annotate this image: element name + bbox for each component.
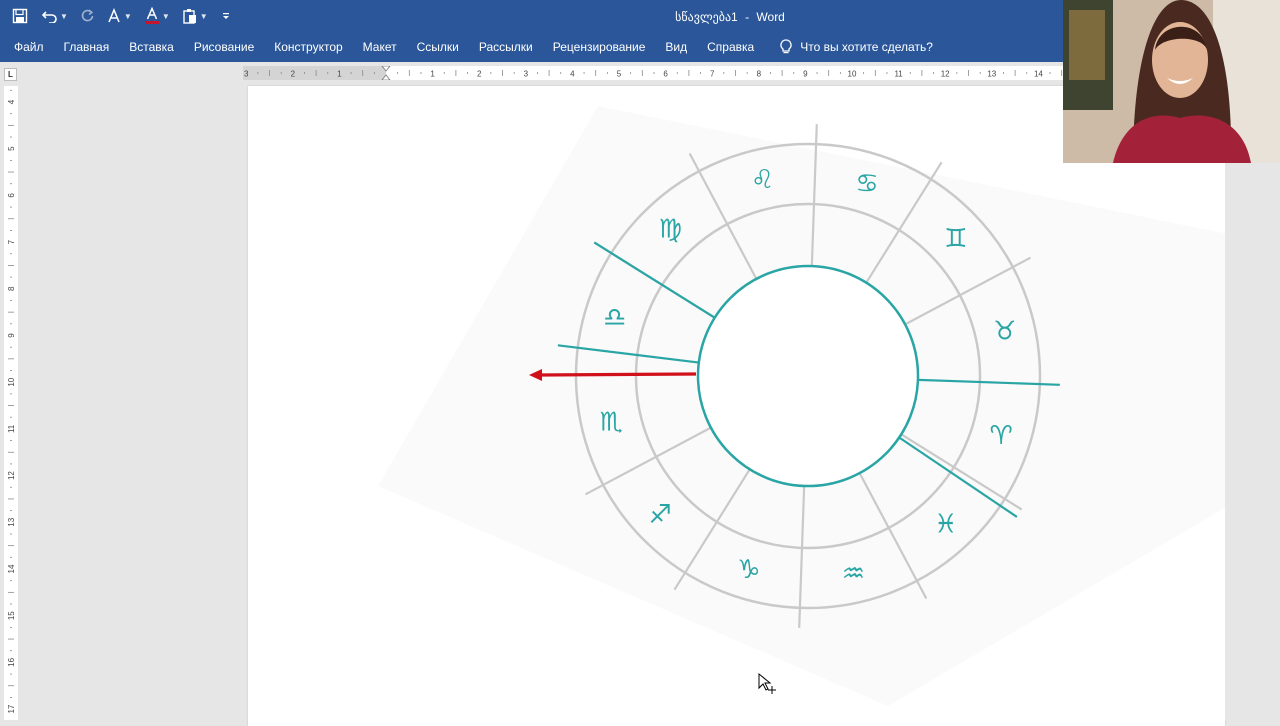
zodiac-symbol: ♑ <box>737 555 760 585</box>
ruler-label: 10 <box>7 377 16 386</box>
ruler-margin <box>243 66 386 80</box>
ruler-label: 2 <box>291 70 296 79</box>
ruler-label: 8 <box>757 70 762 79</box>
zodiac-symbol: ♊ <box>944 224 967 254</box>
tab-mailings[interactable]: Рассылки <box>469 32 543 62</box>
ruler-label: 6 <box>7 193 16 198</box>
ruler-label: 14 <box>1034 70 1043 79</box>
ruler-label: 2 <box>477 70 482 79</box>
tab-draw[interactable]: Рисование <box>184 32 264 62</box>
ruler-label: 3 <box>524 70 529 79</box>
tab-insert[interactable]: Вставка <box>119 32 184 62</box>
vertical-ruler[interactable]: 4 5 6 7 8 9 10 11 12 13 14 15 16 17 <box>4 86 18 720</box>
tab-layout[interactable]: Макет <box>353 32 407 62</box>
tell-me-box[interactable]: Что вы хотите сделать? <box>780 39 933 55</box>
zodiac-symbol: ♏ <box>600 407 623 437</box>
ruler-label: 7 <box>7 239 16 244</box>
ruler-label: 3 <box>244 70 249 79</box>
ruler-label: 6 <box>663 70 668 79</box>
zodiac-symbol: ♐ <box>649 500 672 530</box>
ruler-label: 11 <box>7 424 16 433</box>
tab-file[interactable]: Файл <box>4 32 54 62</box>
ruler-body <box>4 86 18 720</box>
ruler-label: 12 <box>941 70 950 79</box>
horizontal-ruler[interactable]: 3 2 1 1 2 3 4 5 6 7 8 9 10 11 12 13 14 <box>243 66 1063 80</box>
ruler-label: 5 <box>617 70 622 79</box>
zodiac-symbol: ♋ <box>855 169 878 199</box>
zodiac-symbol: ♈ <box>990 421 1013 451</box>
ruler-label: 4 <box>7 99 16 104</box>
tab-view[interactable]: Вид <box>655 32 697 62</box>
ruler-label: 12 <box>7 471 16 480</box>
inner-circle <box>696 264 920 488</box>
zodiac-symbol: ♓ <box>934 510 957 540</box>
ruler-label: 16 <box>7 657 16 666</box>
zodiac-symbol: ♒ <box>842 559 865 589</box>
ruler-label: 11 <box>894 70 903 79</box>
tab-design[interactable]: Конструктор <box>264 32 352 62</box>
tab-references[interactable]: Ссылки <box>407 32 469 62</box>
app-name: Word <box>756 10 785 24</box>
ruler-label: 14 <box>7 564 16 573</box>
ruler-label: 5 <box>7 146 16 151</box>
tab-home[interactable]: Главная <box>54 32 120 62</box>
ruler-label: 9 <box>7 333 16 338</box>
ruler-label: 7 <box>710 70 715 79</box>
ruler-label: 8 <box>7 286 16 291</box>
lightbulb-icon <box>780 39 792 54</box>
tab-review[interactable]: Рецензирование <box>543 32 656 62</box>
ruler-label: 13 <box>987 70 996 79</box>
tab-selector[interactable]: L <box>4 68 17 81</box>
zodiac-symbol: ♉ <box>993 317 1016 347</box>
move-cursor-icon <box>758 672 776 694</box>
title-separator: - <box>745 10 750 24</box>
presenter-video <box>1063 0 1280 163</box>
zodiac-symbol: ♍ <box>659 214 682 244</box>
document-name: სწავლება1 <box>675 10 738 24</box>
zodiac-symbol: ♎ <box>603 303 626 333</box>
ruler-label: 1 <box>430 70 435 79</box>
ruler-label: 15 <box>7 611 16 620</box>
zodiac-wheel-image[interactable]: ♌ ♋ ♊ ♉ ♈ ♓ ♒ ♑ ♐ ♏ ♎ ♍ <box>248 86 1225 720</box>
ruler-label: 17 <box>7 704 16 713</box>
ruler-label: 10 <box>848 70 857 79</box>
ruler-label: 13 <box>7 517 16 526</box>
arrow-shaft <box>539 372 697 377</box>
zodiac-symbol: ♌ <box>751 165 774 195</box>
ruler-label: 1 <box>337 70 342 79</box>
tell-me-text: Что вы хотите сделать? <box>800 40 933 54</box>
webcam-overlay <box>1063 0 1280 163</box>
ruler-label: 9 <box>803 70 808 79</box>
ruler-label: 4 <box>570 70 575 79</box>
tab-help[interactable]: Справка <box>697 32 764 62</box>
